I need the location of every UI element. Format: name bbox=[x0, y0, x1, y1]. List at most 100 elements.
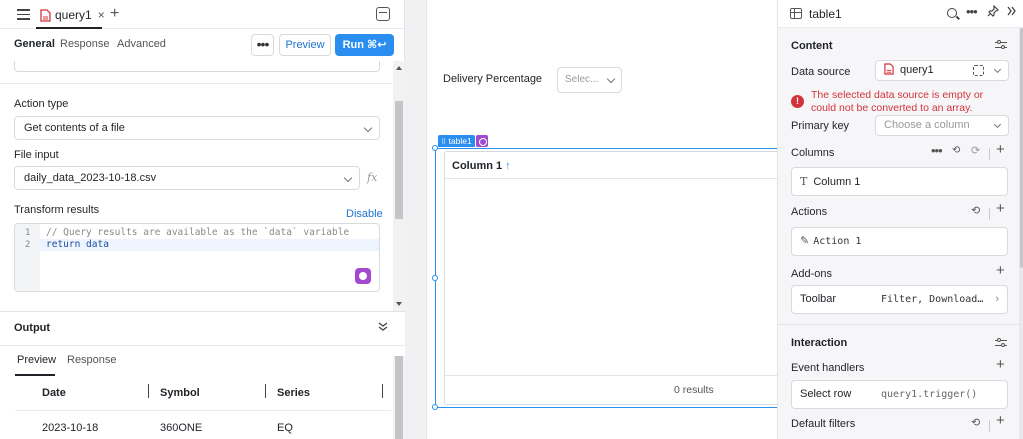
delivery-percentage-label: Delivery Percentage bbox=[443, 73, 543, 85]
toolbar-label: Toolbar bbox=[800, 293, 837, 305]
action-type-value: Get contents of a file bbox=[24, 122, 125, 134]
resize-handle[interactable] bbox=[432, 145, 438, 151]
table-cell: 360ONE bbox=[160, 422, 203, 434]
toolbar-addon[interactable]: Toolbar Filter, Download… › bbox=[791, 285, 1008, 314]
preview-button[interactable]: Preview bbox=[279, 34, 331, 56]
actions-label: Actions bbox=[791, 206, 828, 218]
resize-handle[interactable] bbox=[432, 404, 438, 410]
primary-key-label: Primary key bbox=[791, 120, 850, 132]
inspector-scrollbar[interactable] bbox=[1019, 28, 1023, 439]
line-number: 2 bbox=[25, 240, 31, 250]
component-name[interactable]: table1 bbox=[809, 7, 842, 21]
run-button[interactable]: Run ⌘↩ bbox=[335, 34, 394, 56]
inspector-panel: table1 ••• Content Data source query1 ! … bbox=[777, 0, 1023, 439]
add-event-handler-icon[interactable]: + bbox=[996, 356, 1005, 373]
sort-arrow-icon[interactable]: ↑ bbox=[505, 160, 511, 172]
add-query-icon[interactable]: + bbox=[110, 5, 119, 23]
undo-icon[interactable]: ⟲ bbox=[952, 145, 960, 156]
action-type-select[interactable]: Get contents of a file bbox=[14, 116, 380, 140]
more-icon[interactable]: ••• bbox=[931, 143, 943, 158]
delivery-percentage-select[interactable]: Selec... bbox=[557, 67, 622, 93]
columns-label: Columns bbox=[791, 147, 835, 159]
menu-icon[interactable] bbox=[17, 9, 30, 20]
transform-code-editor[interactable]: 1 2 // Query results are available as th… bbox=[14, 223, 380, 292]
add-filter-icon[interactable]: + bbox=[996, 412, 1005, 429]
event-handler-item[interactable]: Select row query1.trigger() bbox=[791, 380, 1008, 409]
more-options-button[interactable]: ••• bbox=[251, 34, 274, 56]
column-separator[interactable] bbox=[382, 384, 383, 398]
fx-icon[interactable]: fx bbox=[367, 171, 377, 184]
disable-transform-link[interactable]: Disable bbox=[346, 208, 383, 220]
column-header[interactable]: Column 1 ↑ bbox=[452, 160, 511, 172]
primary-key-select[interactable]: Choose a column bbox=[875, 115, 1009, 136]
action-item[interactable]: ✎ Action 1 bbox=[791, 227, 1008, 256]
data-source-error: The selected data source is empty or cou… bbox=[811, 89, 984, 114]
pin-icon[interactable] bbox=[987, 4, 1000, 20]
more-icon[interactable]: ••• bbox=[966, 4, 978, 19]
column-header-symbol: Symbol bbox=[160, 387, 200, 399]
row-separator bbox=[15, 410, 391, 411]
collapse-inspector-icon[interactable] bbox=[1007, 5, 1017, 19]
pencil-icon: ✎ bbox=[800, 235, 810, 247]
table-selection-tag[interactable]: ⠿ table1 bbox=[438, 135, 475, 147]
column-separator[interactable] bbox=[148, 384, 149, 398]
inspector-body: Content Data source query1 ! The selecte… bbox=[778, 28, 1019, 439]
default-filters-label: Default filters bbox=[791, 418, 856, 430]
scroll-up-icon[interactable] bbox=[396, 66, 402, 70]
add-action-icon[interactable]: + bbox=[996, 200, 1005, 217]
tab-response[interactable]: Response bbox=[60, 38, 110, 50]
settings-sliders-icon[interactable] bbox=[995, 338, 1007, 348]
column-separator[interactable] bbox=[265, 384, 266, 398]
output-scrollbar[interactable] bbox=[393, 356, 405, 439]
file-icon bbox=[884, 63, 894, 75]
divider bbox=[0, 345, 405, 346]
link-icon[interactable]: ⟲ bbox=[971, 416, 980, 429]
close-icon[interactable]: × bbox=[98, 8, 105, 22]
settings-sliders-icon[interactable] bbox=[995, 40, 1007, 50]
column-header-label: Column 1 bbox=[452, 160, 503, 172]
chevron-down-icon bbox=[343, 173, 353, 183]
scroll-thumb[interactable] bbox=[395, 356, 403, 439]
tab-output-preview[interactable]: Preview bbox=[17, 354, 56, 366]
chevron-down-icon bbox=[993, 65, 1002, 74]
table-component[interactable]: Column 1 ↑ 0 results bbox=[444, 151, 784, 405]
column-item-label: Column 1 bbox=[813, 176, 861, 188]
event-name: Select row bbox=[800, 388, 852, 400]
table-footer: 0 results bbox=[445, 375, 783, 404]
interaction-section-title: Interaction bbox=[791, 337, 848, 349]
column-item[interactable]: T Column 1 bbox=[791, 167, 1008, 196]
query-editor-panel: query1 × + General Response Advanced •••… bbox=[0, 0, 405, 439]
scroll-thumb[interactable] bbox=[395, 101, 403, 219]
ai-assist-icon[interactable] bbox=[476, 135, 488, 147]
action-item-label: Action 1 bbox=[813, 236, 862, 247]
tab-general[interactable]: General bbox=[14, 38, 55, 50]
chevron-down-icon bbox=[993, 120, 1002, 129]
link-icon[interactable]: ⟲ bbox=[971, 204, 980, 217]
divider bbox=[989, 420, 990, 432]
add-addon-icon[interactable]: + bbox=[996, 262, 1005, 279]
add-column-icon[interactable]: + bbox=[996, 141, 1005, 158]
ai-assist-icon[interactable] bbox=[355, 268, 371, 284]
tab-output-response[interactable]: Response bbox=[67, 354, 117, 366]
collapse-output-icon[interactable] bbox=[378, 322, 388, 335]
search-icon[interactable] bbox=[947, 8, 957, 18]
divider bbox=[778, 324, 1019, 325]
active-tab-indicator bbox=[15, 374, 55, 376]
chevron-right-icon: › bbox=[995, 293, 999, 305]
refresh-icon[interactable]: ⟳ bbox=[971, 144, 980, 157]
resize-handle[interactable] bbox=[432, 275, 438, 281]
error-icon: ! bbox=[791, 95, 804, 108]
file-input-select[interactable]: daily_data_2023-10-18.csv bbox=[14, 166, 360, 190]
tab-advanced[interactable]: Advanced bbox=[117, 38, 166, 50]
file-icon bbox=[40, 8, 51, 22]
inspect-icon[interactable] bbox=[973, 65, 984, 76]
tab-query1[interactable]: query1 × bbox=[36, 4, 109, 26]
drag-handle-icon[interactable]: ⠿ bbox=[441, 139, 446, 146]
output-title: Output bbox=[14, 322, 51, 334]
data-source-select[interactable]: query1 bbox=[875, 60, 1009, 81]
scroll-down-icon[interactable] bbox=[396, 302, 402, 306]
settings-scrollbar[interactable] bbox=[393, 61, 405, 311]
collapse-panel-icon[interactable] bbox=[376, 7, 390, 21]
file-input-value: daily_data_2023-10-18.csv bbox=[24, 172, 157, 184]
addons-label: Add-ons bbox=[791, 268, 832, 280]
